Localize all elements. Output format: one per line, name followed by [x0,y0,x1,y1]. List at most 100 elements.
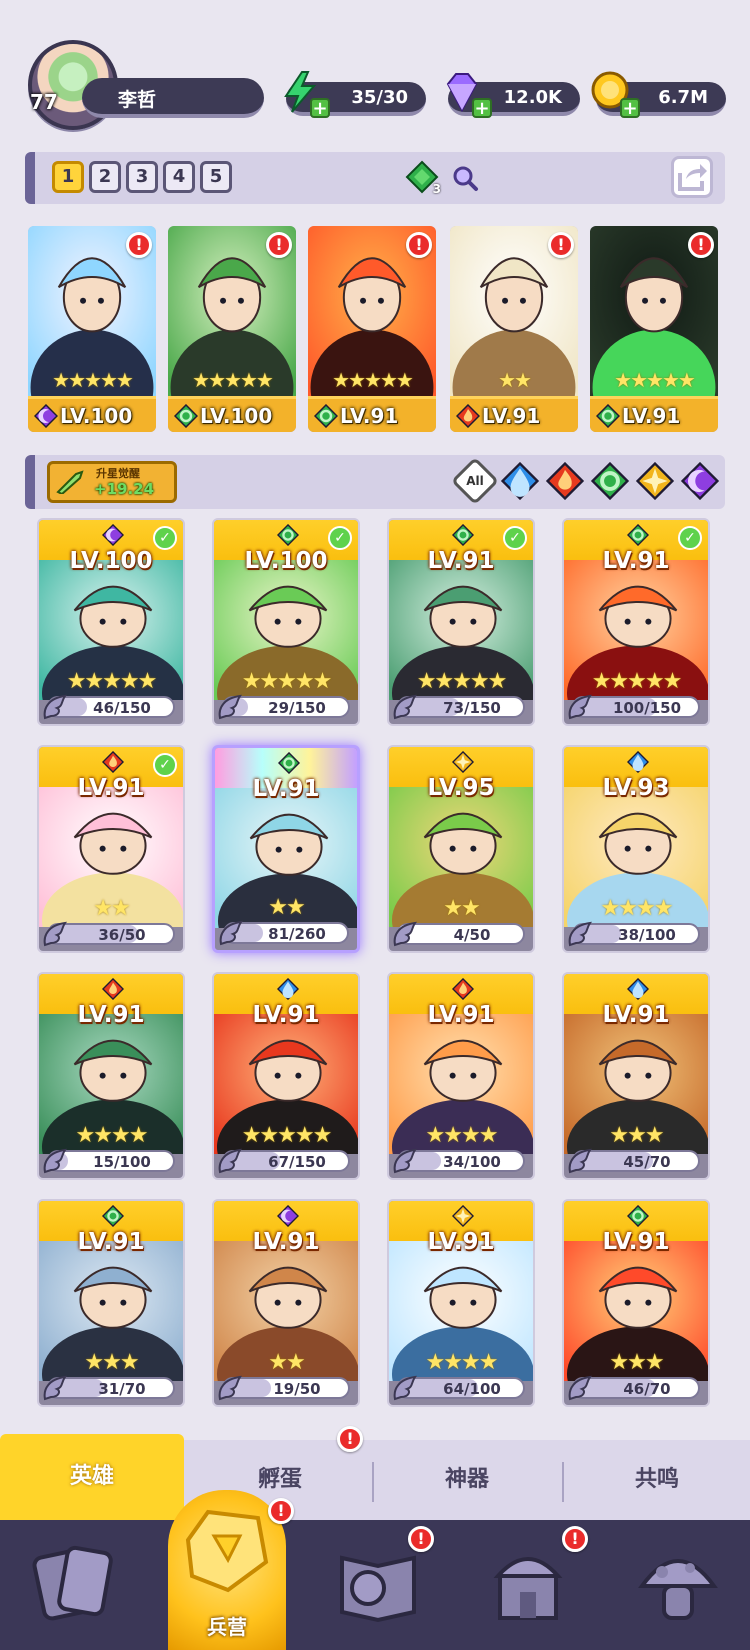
hero-level: LV.91 [427,548,495,574]
add-gems-button[interactable]: + [472,98,492,118]
shard-progress-bar: 45/70 [568,1148,700,1174]
star-rating: ★★★★ [75,1123,149,1148]
wing-shard-icon [43,921,68,947]
wing-shard-icon [218,1148,243,1174]
nature-element-icon [101,1204,125,1228]
hero-level: LV.100 [200,404,273,428]
dark-element-icon [101,523,125,547]
player-name: 李哲 [118,89,157,111]
gem-counter[interactable]: + 12.0K [446,73,580,118]
hero-card[interactable]: LV.91 ✓ ★★★★★ 100/150 [562,518,710,726]
bottom-nav: 兵营 ! ! ! [0,1490,750,1650]
in-team-check-icon: ✓ [503,526,527,550]
awaken-button[interactable]: 升星觉醒 +19.24 [47,461,177,503]
hero-card[interactable]: LV.91 ★★ 81/260 [212,745,360,953]
add-energy-button[interactable]: + [310,98,330,118]
filter-all-button[interactable]: All [450,456,500,506]
team-hero-footer: LV.91 [308,396,436,432]
shard-progress-bar: 36/50 [43,921,175,947]
nature-element-icon [595,403,621,429]
hero-card[interactable]: LV.91 ✓ ★★ 36/50 [37,745,185,953]
fire-element-icon [101,977,125,1001]
shard-progress-bar: 46/70 [568,1375,700,1401]
hero-card[interactable]: LV.91 ✓ ★★★★★ 73/150 [387,518,535,726]
search-icon[interactable] [451,164,479,192]
nav-guild[interactable] [628,1532,728,1632]
filter-bar: 升星觉醒 +19.24 All [25,455,725,509]
nav-barracks[interactable]: 兵营 ! [168,1490,294,1650]
team-slot-3[interactable]: 3 [126,161,158,193]
hero-card[interactable]: LV.100 ✓ ★★★★★ 46/150 [37,518,185,726]
hero-card[interactable]: LV.91 ★★★★ 15/100 [37,972,185,1180]
add-gold-button[interactable]: + [620,98,640,118]
filter-fire-button[interactable] [545,461,585,501]
shard-progress-text: 29/150 [268,699,326,717]
share-button[interactable] [671,156,713,198]
nav-book[interactable]: ! [328,1526,434,1632]
light-element-icon [451,1204,475,1228]
hero-card[interactable]: LV.93 ★★★★ 38/100 [562,745,710,953]
hero-level: LV.95 [427,775,495,801]
wing-shard-icon [43,1148,68,1174]
hero-card[interactable]: LV.91 ★★★ 46/70 [562,1199,710,1407]
hero-card[interactable]: LV.91 ★★★★★ 67/150 [212,972,360,1180]
wing-shard-icon [393,694,418,720]
filter-dark-button[interactable] [680,461,720,501]
hero-card[interactable]: LV.91 ★★★★ 34/100 [387,972,535,1180]
dark-element-icon [680,461,720,501]
hero-card[interactable]: LV.100 ✓ ★★★★★ 29/150 [212,518,360,726]
nav-temple[interactable]: ! [478,1526,588,1632]
shard-progress-text: 36/50 [98,926,146,944]
wing-shard-icon [393,1148,418,1174]
filter-light-button[interactable] [635,461,675,501]
team-gem-count: 3 [432,182,441,196]
shard-progress-bar: 38/100 [568,921,700,947]
player-name-plate[interactable]: 李哲 [82,78,264,118]
in-team-check-icon: ✓ [678,526,702,550]
temple-alert-badge: ! [562,1526,588,1552]
star-rating: ★★★★ [600,896,674,921]
hero-card[interactable]: LV.91 ★★★ 31/70 [37,1199,185,1407]
team-hero-card[interactable]: ★★ LV.91 ! [450,226,578,432]
in-team-check-icon: ✓ [153,753,177,777]
team-slot-2[interactable]: 2 [89,161,121,193]
team-hero-card[interactable]: ★★★★★ LV.91 ! [308,226,436,432]
team-slot-1[interactable]: 1 [52,161,84,193]
nav-cards[interactable] [25,1532,125,1632]
team-slot-5[interactable]: 5 [200,161,232,193]
wing-shard-icon [218,694,243,720]
filter-nature-button[interactable] [590,461,630,501]
hero-level: LV.91 [482,404,541,428]
star-rating: ★★ [268,895,305,920]
nav-barracks-label: 兵营 [207,1615,247,1639]
team-slot-4[interactable]: 4 [163,161,195,193]
hero-card[interactable]: LV.95 ★★ 4/50 [387,745,535,953]
tab-artifacts[interactable]: 神器 [374,1440,560,1520]
hero-card[interactable]: LV.91 ★★★ 45/70 [562,972,710,1180]
team-hero-card[interactable]: ★★★★★ LV.100 ! [28,226,156,432]
dark-element-icon [276,1204,300,1228]
nature-element-icon [626,1204,650,1228]
section-tabs: 英雄 孵蛋 神器 共鸣 ! [0,1426,750,1520]
awaken-label: 升星觉醒 [96,467,140,480]
hero-level: LV.93 [602,775,670,801]
nature-element-icon [451,523,475,547]
energy-counter[interactable]: + 35/30 [284,71,426,118]
top-bar: 77 李哲 + 35/30 + 12.0K + 6.7M [0,0,750,140]
gold-counter[interactable]: + 6.7M [591,71,726,118]
shard-progress-text: 38/100 [618,926,676,944]
tab-heroes[interactable]: 英雄 [0,1434,184,1520]
hero-card[interactable]: LV.91 ★★ 19/50 [212,1199,360,1407]
team-gem-button[interactable]: 3 [405,160,441,196]
team-hero-card[interactable]: ★★★★★ LV.91 ! [590,226,718,432]
hero-level: LV.100 [60,404,133,428]
shard-progress-text: 19/50 [273,1380,321,1398]
filter-water-button[interactable] [500,461,540,501]
hero-card[interactable]: LV.91 ★★★★ 64/100 [387,1199,535,1407]
awaken-value: +19.24 [94,480,155,498]
wing-shard-icon [568,1148,593,1174]
team-hero-card[interactable]: ★★★★★ LV.100 ! [168,226,296,432]
star-rating: ★★★★★ [591,669,683,694]
tab-resonance[interactable]: 共鸣 [564,1440,750,1520]
hero-level: LV.91 [252,1002,320,1028]
